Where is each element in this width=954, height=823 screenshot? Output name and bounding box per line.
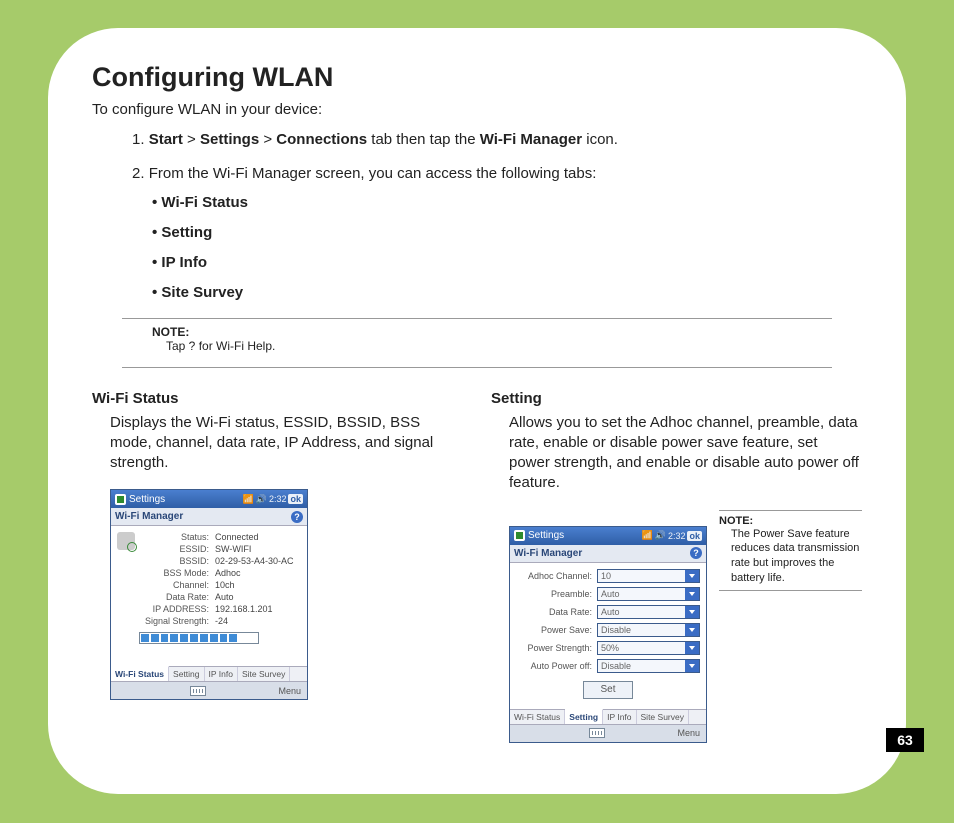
tab-setting: Setting (169, 667, 204, 681)
tab-site-survey: Site Survey (637, 710, 689, 724)
two-column-area: Wi-Fi Status Displays the Wi-Fi status, … (92, 390, 862, 743)
screenshot-setting: Settings 📶🔊2:32ok Wi-Fi Manager ? Adhoc … (509, 526, 707, 743)
divider (122, 318, 832, 319)
tab-site-survey: Site Survey (238, 667, 290, 681)
set-button: Set (583, 681, 633, 699)
system-tray: 📶🔊2:32ok (642, 530, 702, 541)
steps-list: 1. Start > Settings > Connections tab th… (132, 130, 862, 304)
screenshot-wifi-status: Settings 📶🔊2:32ok Wi-Fi Manager ? Status… (110, 489, 308, 700)
phone-body-status: Status:Connected ESSID:SW-WIFI BSSID:02-… (111, 526, 307, 666)
titlebar-text: Settings (129, 494, 165, 505)
wifi-status-desc: Displays the Wi-Fi status, ESSID, BSSID,… (110, 413, 463, 474)
chevron-down-icon (685, 606, 699, 618)
phone-body-setting: Adhoc Channel:10 Preamble:Auto Data Rate… (510, 563, 706, 709)
setting-heading: Setting (491, 390, 862, 407)
keyboard-icon (589, 728, 605, 738)
page-title: Configuring WLAN (92, 62, 862, 93)
phone-subheader: Wi-Fi Manager ? (510, 545, 706, 563)
bullet-ip-info: IP Info (152, 253, 862, 273)
help-icon: ? (690, 547, 702, 559)
note-power-save: NOTE: The Power Save feature reduces dat… (719, 510, 862, 595)
combo-adhoc-channel: 10 (597, 569, 700, 583)
tabs-bullet-list: Wi-Fi Status Setting IP Info Site Survey (152, 193, 862, 304)
tab-ip-info: IP Info (205, 667, 238, 681)
system-tray: 📶🔊2:32ok (243, 494, 303, 505)
chevron-down-icon (685, 570, 699, 582)
phone-subheader: Wi-Fi Manager ? (111, 508, 307, 526)
bullet-setting: Setting (152, 223, 862, 243)
col-wifi-status: Wi-Fi Status Displays the Wi-Fi status, … (92, 390, 463, 743)
phone-tabs: Wi-Fi Status Setting IP Info Site Survey (510, 709, 706, 724)
setting-desc: Allows you to set the Adhoc channel, pre… (509, 413, 862, 494)
bullet-wifi-status: Wi-Fi Status (152, 193, 862, 213)
tab-wifi-status: Wi-Fi Status (510, 710, 565, 724)
chevron-down-icon (685, 660, 699, 672)
start-icon (514, 530, 525, 541)
combo-preamble: Auto (597, 587, 700, 601)
phone-titlebar: Settings 📶🔊2:32ok (111, 490, 307, 508)
col-setting: Setting Allows you to set the Adhoc chan… (491, 390, 862, 743)
document-page: Configuring WLAN To configure WLAN in yo… (48, 28, 906, 794)
chevron-down-icon (685, 624, 699, 636)
ok-button: ok (687, 531, 702, 541)
combo-power-strength: 50% (597, 641, 700, 655)
combo-power-save: Disable (597, 623, 700, 637)
step-2: 2. From the Wi-Fi Manager screen, you ca… (132, 164, 862, 303)
bullet-site-survey: Site Survey (152, 283, 862, 303)
tab-setting: Setting (565, 709, 603, 724)
tab-ip-info: IP Info (603, 710, 636, 724)
help-icon: ? (291, 511, 303, 523)
phone-titlebar: Settings 📶🔊2:32ok (510, 527, 706, 545)
combo-data-rate: Auto (597, 605, 700, 619)
combo-auto-power-off: Disable (597, 659, 700, 673)
phone-softkeys: Menu (111, 681, 307, 699)
start-icon (115, 494, 126, 505)
keyboard-icon (190, 686, 206, 696)
chevron-down-icon (685, 642, 699, 654)
intro-text: To configure WLAN in your device: (92, 101, 862, 118)
tab-wifi-status: Wi-Fi Status (111, 666, 169, 681)
divider (122, 367, 832, 368)
signal-bar (139, 632, 259, 644)
wifi-status-heading: Wi-Fi Status (92, 390, 463, 407)
ok-button: ok (288, 494, 303, 504)
phone-softkeys: Menu (510, 724, 706, 742)
wifi-icon (117, 532, 135, 550)
phone-tabs: Wi-Fi Status Setting IP Info Site Survey (111, 666, 307, 681)
step-1: 1. Start > Settings > Connections tab th… (132, 130, 862, 150)
chevron-down-icon (685, 588, 699, 600)
note-wifi-help: NOTE: Tap ? for Wi-Fi Help. (152, 325, 862, 353)
page-number: 63 (886, 728, 924, 752)
